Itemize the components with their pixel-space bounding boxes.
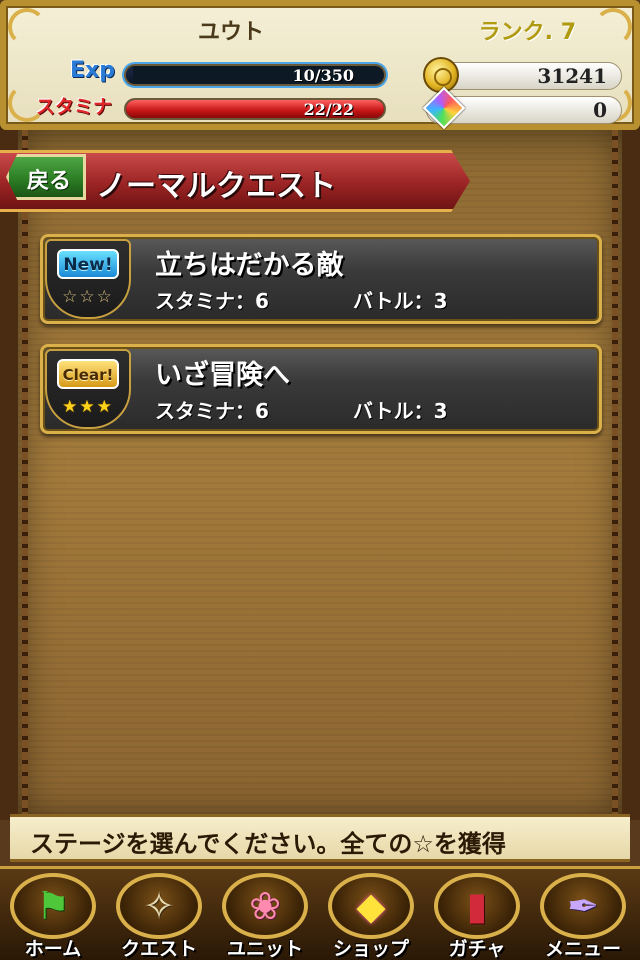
ornament-corner: [8, 8, 46, 46]
nav-label: メニュー: [544, 938, 621, 960]
clear-badge: Clear!: [57, 359, 119, 389]
ornament-corner: [594, 8, 632, 46]
exp-value: 10/350: [292, 66, 354, 85]
nav-label: クエスト: [120, 938, 197, 960]
flag-icon: ⚑: [35, 884, 71, 928]
stamina-bar: 22/22: [124, 98, 386, 120]
quest-badge: Clear! ★★★: [45, 349, 131, 429]
hint-message-bar: ステージを選んでください。全ての☆を獲得: [10, 814, 630, 862]
player-rank: ランク. 7: [478, 20, 576, 45]
quest-row[interactable]: New! ☆☆☆ 立ちはだかる敵 スタミナ：6 バトル：3: [40, 234, 602, 324]
quest-badge: New! ☆☆☆: [45, 239, 131, 319]
nav-quest[interactable]: ✧ クエスト: [106, 869, 212, 960]
wand-icon: ❀: [249, 884, 281, 928]
gem-counter: 0: [422, 86, 622, 130]
quest-title: いざ冒険へ: [155, 360, 290, 391]
nav-unit[interactable]: ❀ ユニット: [212, 869, 318, 960]
gem-value: 0: [593, 98, 607, 122]
bottom-nav: ⚑ ホーム ✧ クエスト ❀ ユニット ◆ ショップ ▮ ガチャ ✒ メニュー: [0, 866, 640, 960]
nav-menu[interactable]: ✒ メニュー: [530, 869, 636, 960]
exp-bar-fill: [126, 66, 134, 84]
nav-label: ショップ: [332, 938, 409, 960]
quill-icon: ✒: [567, 884, 599, 928]
stamina-label: スタミナ: [36, 96, 113, 118]
nav-home[interactable]: ⚑ ホーム: [0, 869, 106, 960]
quest-stamina-cost: スタミナ：6: [155, 399, 269, 423]
gem-icon: [422, 86, 466, 130]
nav-label: ホーム: [24, 938, 82, 960]
status-header: ユウト ランク. 7 Exp 10/350 スタミナ 22/22 31241 0: [0, 0, 640, 130]
stamina-value: 22/22: [303, 100, 354, 119]
nav-label: ユニット: [226, 938, 303, 960]
back-button-label: 戻る: [27, 169, 72, 194]
book-icon: ▮: [466, 884, 488, 928]
exp-label: Exp: [70, 58, 115, 83]
coin-counter: 31241: [423, 57, 622, 93]
exp-bar: 10/350: [124, 64, 386, 86]
quest-stamina-cost: スタミナ：6: [155, 289, 269, 313]
coin-icon: [423, 57, 459, 93]
nav-label: ガチャ: [448, 938, 506, 960]
new-badge: New!: [57, 249, 119, 279]
quest-row[interactable]: Clear! ★★★ いざ冒険へ スタミナ：6 バトル：3: [40, 344, 602, 434]
nav-shop[interactable]: ◆ ショップ: [318, 869, 424, 960]
nav-gacha[interactable]: ▮ ガチャ: [424, 869, 530, 960]
hint-message: ステージを選んでください。全ての☆を獲得: [30, 830, 506, 858]
gem-icon: ◆: [356, 884, 386, 928]
back-button[interactable]: 戻る: [6, 154, 86, 200]
quest-battle-count: バトル：3: [353, 399, 448, 423]
quest-stars: ★★★: [62, 397, 114, 417]
player-name: ユウト: [197, 20, 264, 45]
map-icon: ✧: [143, 884, 175, 928]
quest-title: 立ちはだかる敵: [155, 250, 344, 281]
page-title: ノーマルクエスト: [96, 169, 336, 204]
quest-stars: ☆☆☆: [62, 287, 114, 307]
coin-value: 31241: [537, 64, 607, 88]
quest-battle-count: バトル：3: [353, 289, 448, 313]
